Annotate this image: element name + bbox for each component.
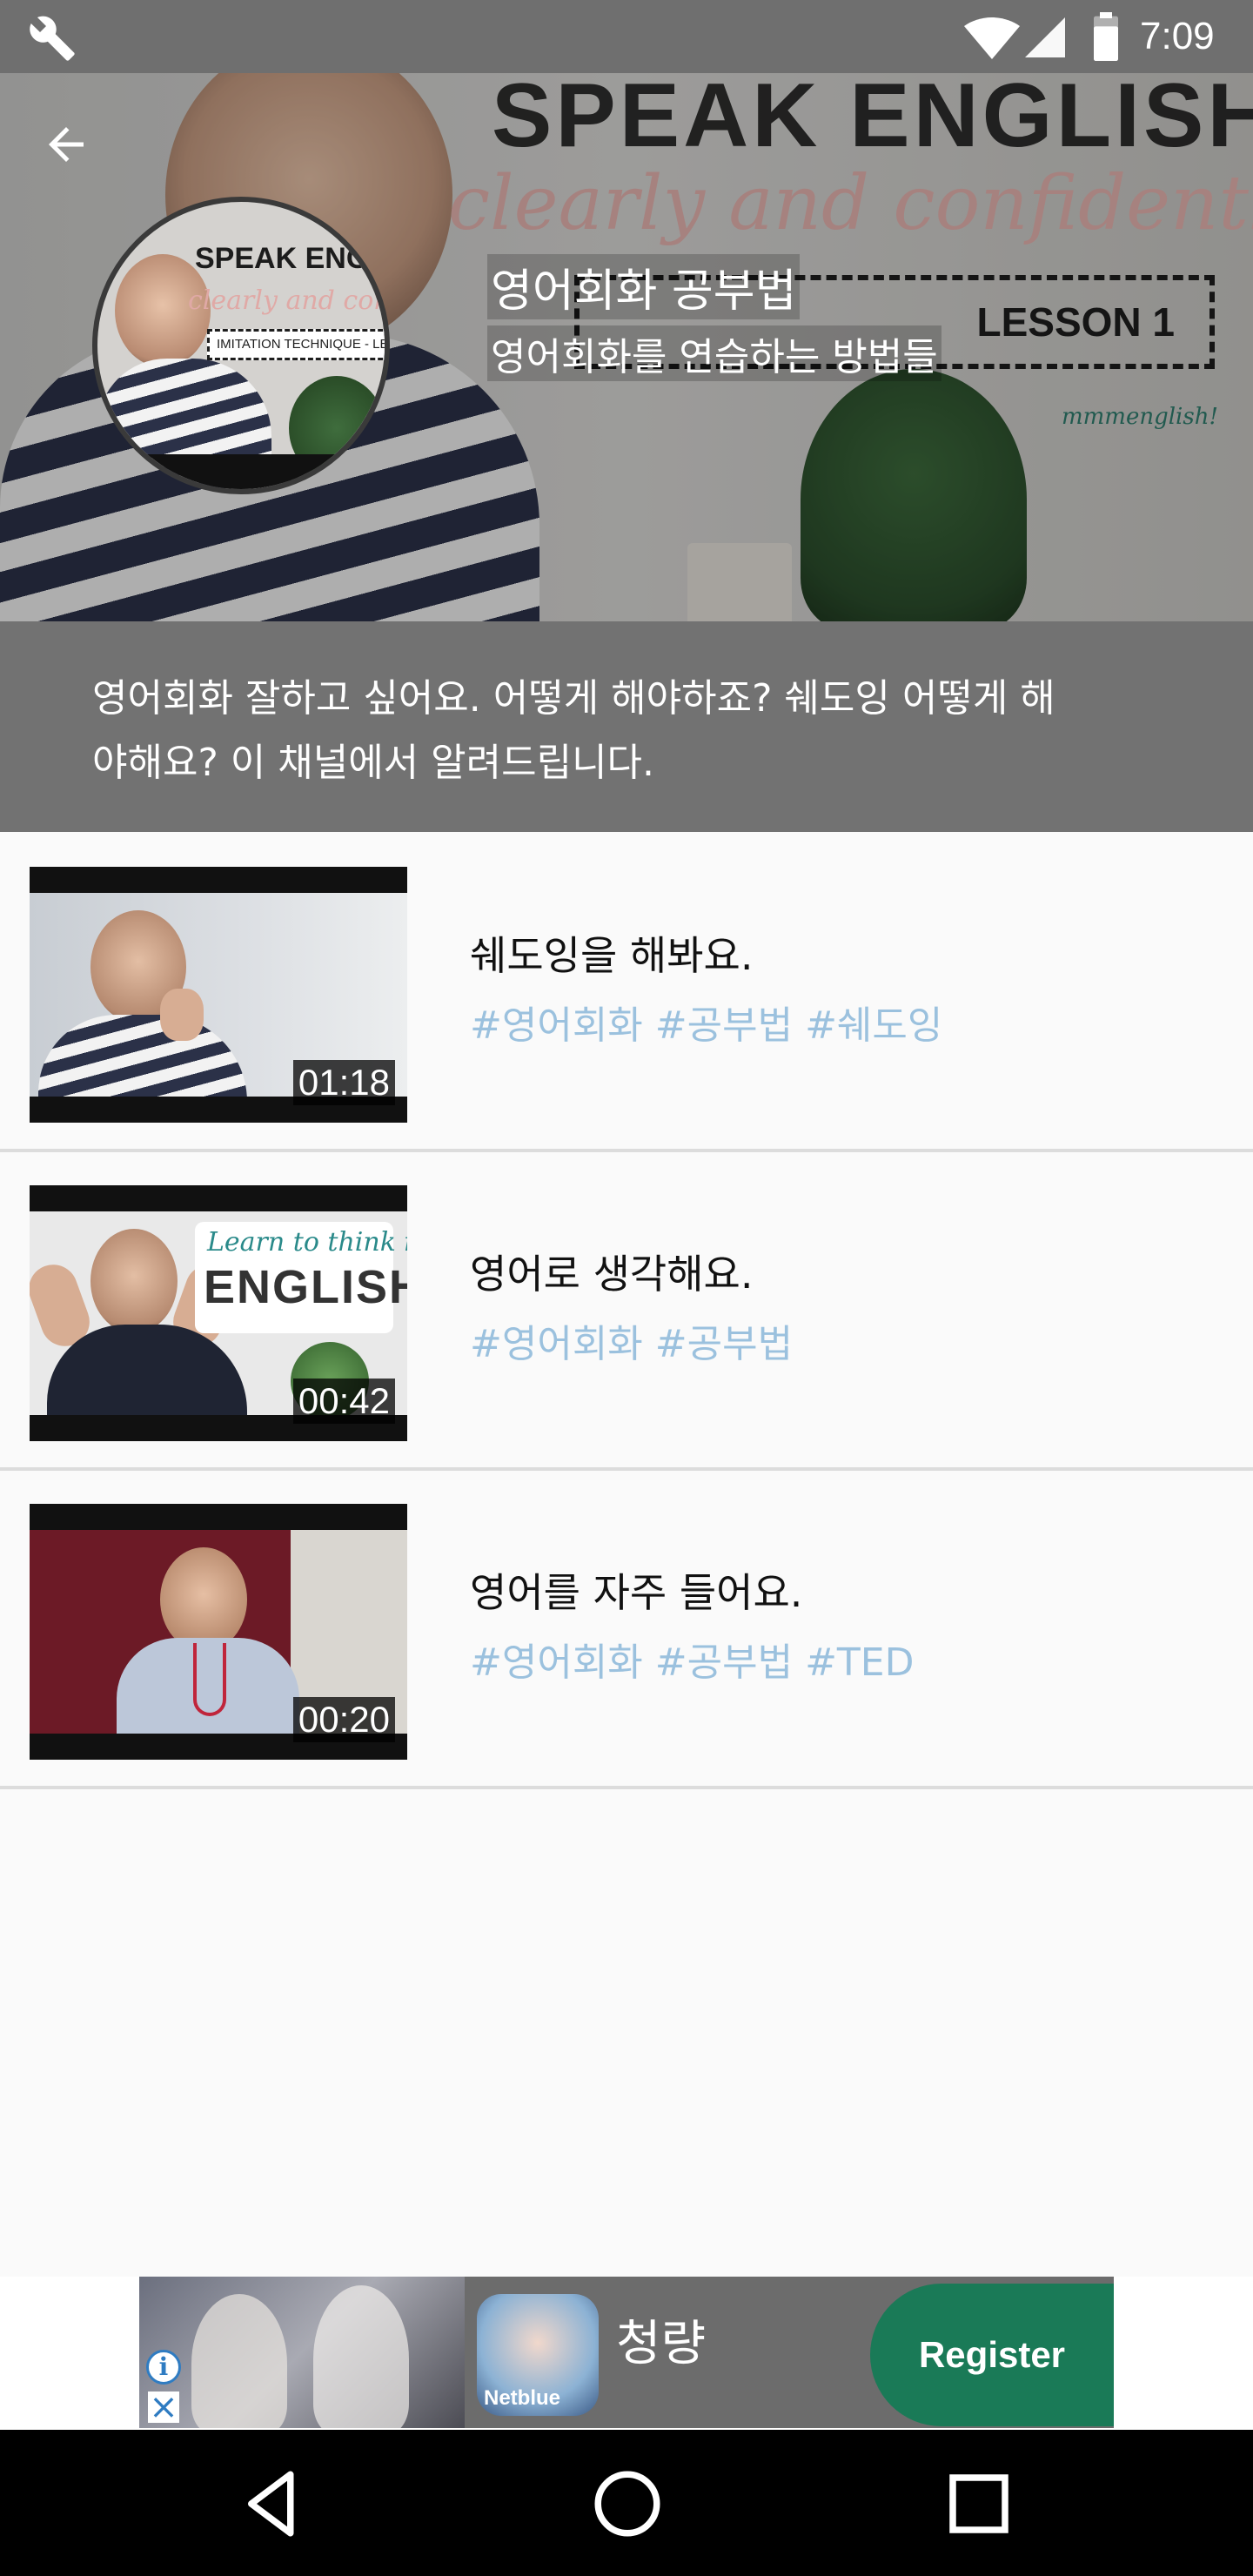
- nav-home-icon[interactable]: [588, 2465, 667, 2543]
- thumbnail-lanyard: [193, 1643, 226, 1716]
- video-duration: 01:18: [292, 1060, 395, 1105]
- avatar-title: SPEAK ENGL: [195, 242, 388, 275]
- video-duration: 00:20: [292, 1697, 395, 1742]
- video-thumbnail[interactable]: 01:18: [30, 867, 407, 1123]
- nav-back-icon[interactable]: [235, 2465, 313, 2543]
- ad-app-icon[interactable]: Netblue: [477, 2294, 599, 2416]
- system-nav-bar: [0, 2430, 1253, 2576]
- ad-banner[interactable]: i × Netblue 청량 Register: [139, 2277, 1114, 2428]
- cell-signal-icon: [1025, 17, 1065, 57]
- status-bar: 7:09: [0, 0, 1253, 73]
- ad-photo-person: [191, 2294, 287, 2428]
- video-tags: #영어회화 #공부법 #쉐도잉: [470, 1003, 943, 1048]
- avatar-script: clearly and confi: [188, 285, 390, 316]
- description-line-1: 영어회화 잘하고 싶어요. 어떻게 해야하죠? 쉐도잉 어떻게 해: [92, 676, 1055, 721]
- avatar-bottom-bar: [97, 454, 385, 489]
- thumbnail-sign: Learn to think in ENGLISH: [195, 1222, 407, 1333]
- thumbnail-person-hand: [160, 989, 204, 1041]
- description-text: 영어회화 잘하고 싶어요. 어떻게 해야하죠? 쉐도잉 어떻게 해 야해요? 이…: [92, 667, 1171, 795]
- ad-photo-person: [313, 2285, 409, 2428]
- thumbnail-person-head: [90, 1229, 178, 1333]
- ad-register-button[interactable]: Register: [870, 2284, 1114, 2426]
- channel-description: 영어회화 잘하고 싶어요. 어떻게 해야하죠? 쉐도잉 어떻게 해 야해요? 이…: [0, 621, 1253, 832]
- nav-recents-icon[interactable]: [940, 2465, 1018, 2543]
- ad-app-logo: Netblue: [484, 2386, 561, 2410]
- ad-app-name[interactable]: 청량: [616, 2304, 706, 2375]
- video-list-item[interactable]: 00:20 영어를 자주 들어요. #영어회화 #공부법 #TED: [0, 1471, 1253, 1789]
- channel-title: 영어회화 공부법: [487, 254, 801, 319]
- channel-avatar: SPEAK ENGL clearly and confi IMITATION T…: [92, 197, 390, 494]
- video-title: 영어를 자주 들어요.: [470, 1569, 803, 1616]
- wifi-icon: [964, 17, 1020, 59]
- ad-photo[interactable]: [139, 2277, 465, 2428]
- video-thumbnail[interactable]: Learn to think in ENGLISH 00:42: [30, 1185, 407, 1441]
- status-time: 7:09: [1140, 15, 1215, 57]
- description-line-2: 야해요? 이 채널에서 알려드립니다.: [92, 741, 655, 785]
- video-tags: #영어회화 #공부법: [470, 1322, 794, 1366]
- ad-close-icon[interactable]: ×: [148, 2390, 179, 2425]
- video-list-item[interactable]: Learn to think in ENGLISH 00:42 영어로 생각해요…: [0, 1152, 1253, 1471]
- ad-info-icon[interactable]: i: [146, 2350, 181, 2385]
- video-duration: 00:42: [292, 1379, 395, 1424]
- video-title: 영어로 생각해요.: [470, 1251, 754, 1298]
- video-thumbnail[interactable]: 00:20: [30, 1504, 407, 1760]
- thumbnail-person-body: [38, 1015, 247, 1097]
- avatar-box-text: IMITATION TECHNIQUE - LES: [207, 329, 385, 360]
- battery-icon: [1094, 12, 1118, 61]
- thumbnail-sign-line-1: Learn to think in: [207, 1227, 407, 1258]
- video-title: 쉐도잉을 해봐요.: [470, 932, 754, 979]
- channel-subtitle: 영어회화를 연습하는 방법들: [487, 325, 941, 381]
- arrow-back-icon: [49, 127, 84, 162]
- thumbnail-person-head: [160, 1547, 247, 1652]
- back-button[interactable]: [35, 113, 97, 176]
- video-list-item[interactable]: 01:18 쉐도잉을 해봐요. #영어회화 #공부법 #쉐도잉: [0, 834, 1253, 1152]
- video-tags: #영어회화 #공부법 #TED: [470, 1640, 915, 1685]
- wrench-icon: [30, 16, 75, 61]
- thumbnail-sign-line-2: ENGLISH: [204, 1261, 407, 1313]
